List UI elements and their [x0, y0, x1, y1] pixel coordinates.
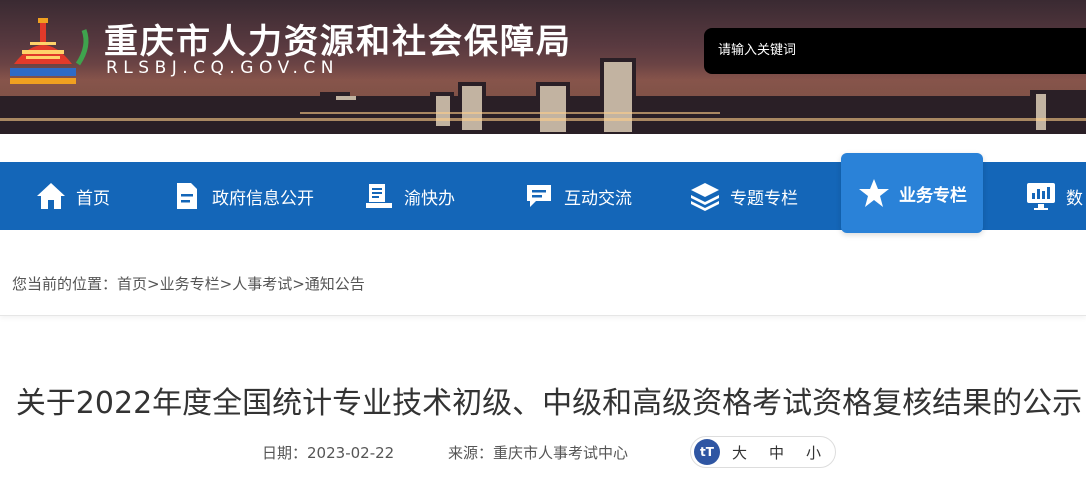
breadcrumb-separator: > — [147, 275, 160, 293]
search-input[interactable]: 请输入关键词 — [704, 28, 1086, 74]
site-domain: RLSBJ.CQ.GOV.CN — [106, 58, 339, 78]
date-label: 日期： — [262, 444, 308, 462]
monitor-icon — [1024, 179, 1058, 213]
breadcrumb-bar: 您当前的位置：首页>业务专栏>人事考试>通知公告 — [0, 260, 1086, 316]
nav-item-gov-info[interactable]: 政府信息公开 — [170, 162, 314, 230]
star-icon — [857, 176, 891, 210]
nav-item-topics[interactable]: 专题专栏 — [688, 162, 798, 230]
font-size-large-button[interactable]: 大 — [732, 442, 747, 463]
nav-item-label: 互动交流 — [564, 188, 632, 209]
nav-item-data[interactable]: 数 — [1024, 162, 1083, 230]
bureau-logo — [10, 18, 89, 84]
nav-item-label: 数 — [1066, 188, 1083, 209]
breadcrumb-link-notices[interactable]: 通知公告 — [305, 275, 365, 293]
book-icon — [362, 179, 396, 213]
nav-item-label: 专题专栏 — [730, 188, 798, 209]
nav-item-home[interactable]: 首页 — [34, 162, 110, 230]
nav-item-business[interactable]: 业务专栏 — [841, 153, 983, 233]
font-size-switcher: tT 大 中 小 — [690, 436, 836, 468]
breadcrumb-separator: > — [219, 275, 233, 293]
nav-item-label: 业务专栏 — [899, 185, 967, 206]
site-title: 重庆市人力资源和社会保障局 — [104, 22, 572, 62]
nav-item-label: 渝快办 — [404, 188, 455, 209]
font-size-icon: tT — [694, 439, 720, 465]
header-banner: 重庆市人力资源和社会保障局 RLSBJ.CQ.GOV.CN 请输入关键词 — [0, 0, 1086, 134]
breadcrumb: 您当前的位置：首页>业务专栏>人事考试>通知公告 — [12, 273, 365, 294]
document-icon — [170, 179, 204, 213]
font-size-medium-button[interactable]: 中 — [769, 442, 784, 463]
nav-item-label: 首页 — [76, 188, 110, 209]
breadcrumb-separator: > — [292, 275, 305, 293]
breadcrumb-link-business[interactable]: 业务专栏 — [160, 275, 220, 293]
chat-icon — [522, 179, 556, 213]
nav-item-interaction[interactable]: 互动交流 — [522, 162, 632, 230]
nav-item-label: 政府信息公开 — [212, 188, 314, 209]
source-label: 来源： — [448, 444, 494, 462]
date-value: 2023-02-22 — [307, 444, 395, 462]
breadcrumb-link-exam[interactable]: 人事考试 — [232, 275, 292, 293]
article-source: 来源：重庆市人事考试中心 — [448, 442, 628, 463]
article-date: 日期：2023-02-22 — [262, 442, 394, 463]
breadcrumb-link-home[interactable]: 首页 — [117, 275, 147, 293]
breadcrumb-prefix: 您当前的位置： — [12, 275, 118, 293]
font-size-small-button[interactable]: 小 — [806, 442, 821, 463]
source-value: 重庆市人事考试中心 — [493, 444, 629, 462]
article-title: 关于2022年度全国统计专业技术初级、中级和高级资格考试资格复核结果的公示 — [15, 386, 1083, 421]
home-icon — [34, 179, 68, 213]
main-nav: 首页 政府信息公开 渝快办 互动交流 专题专栏 业务专栏 数 — [0, 153, 1086, 233]
layers-icon — [688, 179, 722, 213]
nav-item-yukuaiban[interactable]: 渝快办 — [362, 162, 455, 230]
